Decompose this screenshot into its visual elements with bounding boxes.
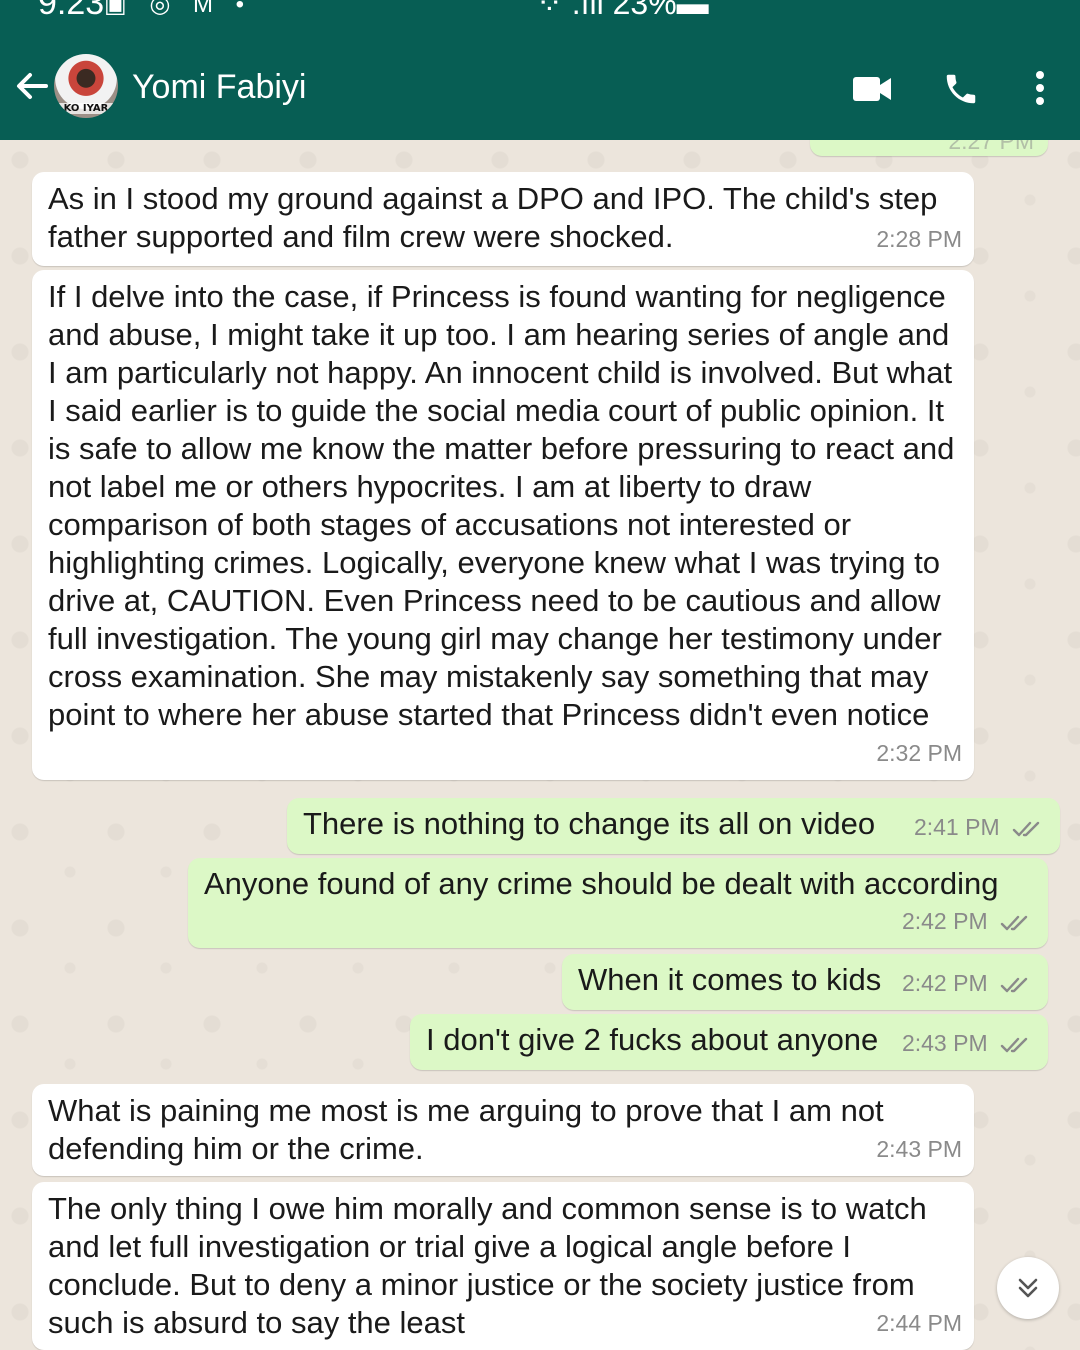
message-bubble-outgoing[interactable]: There is nothing to change its all on vi…	[287, 798, 1060, 854]
double-check-icon	[1012, 821, 1040, 837]
message-time: 2:42 PM	[901, 908, 988, 934]
battery-signal-indicator: ⁘ .ıll 23%▬	[536, 0, 709, 21]
double-check-icon	[1000, 977, 1028, 993]
arrow-left-icon[interactable]	[12, 66, 52, 106]
status-time: 9:23	[38, 0, 105, 22]
double-check-icon	[1000, 1037, 1028, 1053]
contact-name[interactable]: Yomi Fabiyi	[132, 68, 306, 107]
message-bubble-incoming[interactable]: If I delve into the case, if Princess is…	[32, 270, 974, 780]
message-text: When it comes to kids	[578, 962, 882, 997]
chevron-double-down-icon	[1018, 1278, 1038, 1298]
status-bar: 9:23 ▣ ◎ M • ⁘ .ıll 23%▬	[0, 0, 1080, 36]
message-bubble-outgoing[interactable]: Anyone found of any crime should be deal…	[188, 858, 1048, 948]
phone-icon[interactable]	[942, 70, 980, 108]
more-vertical-icon[interactable]	[1026, 68, 1054, 108]
message-time: 2:27 PM	[948, 140, 1034, 154]
video-camera-icon[interactable]	[852, 74, 892, 104]
message-bubble-outgoing[interactable]: When it comes to kids 2:42 PM	[562, 954, 1048, 1010]
message-time: 2:43 PM	[876, 1136, 962, 1162]
message-text: The only thing I owe him morally and com…	[48, 1191, 927, 1340]
message-meta: 2:42 PM	[902, 902, 1034, 940]
message-time: 2:28 PM	[876, 226, 962, 252]
chat-area[interactable]: 2:27 PM As in I stood my ground against …	[0, 140, 1080, 1350]
message-bubble-incoming[interactable]: The only thing I owe him morally and com…	[32, 1182, 974, 1350]
message-meta: 2:41 PM	[914, 808, 1046, 846]
notification-icons: ▣ ◎ M •	[104, 0, 253, 18]
avatar-caption: KO IYAR	[54, 103, 118, 114]
message-time: 2:41 PM	[913, 814, 1000, 840]
scroll-to-bottom-button[interactable]	[997, 1257, 1059, 1319]
message-text: I don't give 2 fucks about anyone	[426, 1022, 879, 1057]
message-text: If I delve into the case, if Princess is…	[48, 279, 955, 732]
message-text: What is paining me most is me arguing to…	[48, 1093, 884, 1166]
message-time: 2:44 PM	[876, 1310, 962, 1336]
message-bubble-incoming[interactable]: As in I stood my ground against a DPO an…	[32, 172, 974, 266]
message-time: 2:32 PM	[876, 740, 962, 766]
avatar[interactable]: KO IYAR	[54, 54, 118, 118]
message-text: Anyone found of any crime should be deal…	[204, 866, 999, 901]
message-meta: 2:43 PM	[902, 1024, 1034, 1062]
message-time: 2:42 PM	[901, 970, 988, 996]
message-bubble-incoming[interactable]: What is paining me most is me arguing to…	[32, 1084, 974, 1176]
message-bubble-outgoing[interactable]: I don't give 2 fucks about anyone 2:43 P…	[410, 1014, 1048, 1070]
message-meta: 2:42 PM	[902, 964, 1034, 1002]
message-bubble-partial[interactable]: 2:27 PM	[810, 140, 1048, 156]
message-text: There is nothing to change its all on vi…	[303, 806, 876, 841]
chat-header: KO IYAR Yomi Fabiyi	[0, 36, 1080, 140]
message-time: 2:43 PM	[901, 1030, 988, 1056]
message-text: As in I stood my ground against a DPO an…	[48, 181, 938, 254]
double-check-icon	[1000, 915, 1028, 931]
